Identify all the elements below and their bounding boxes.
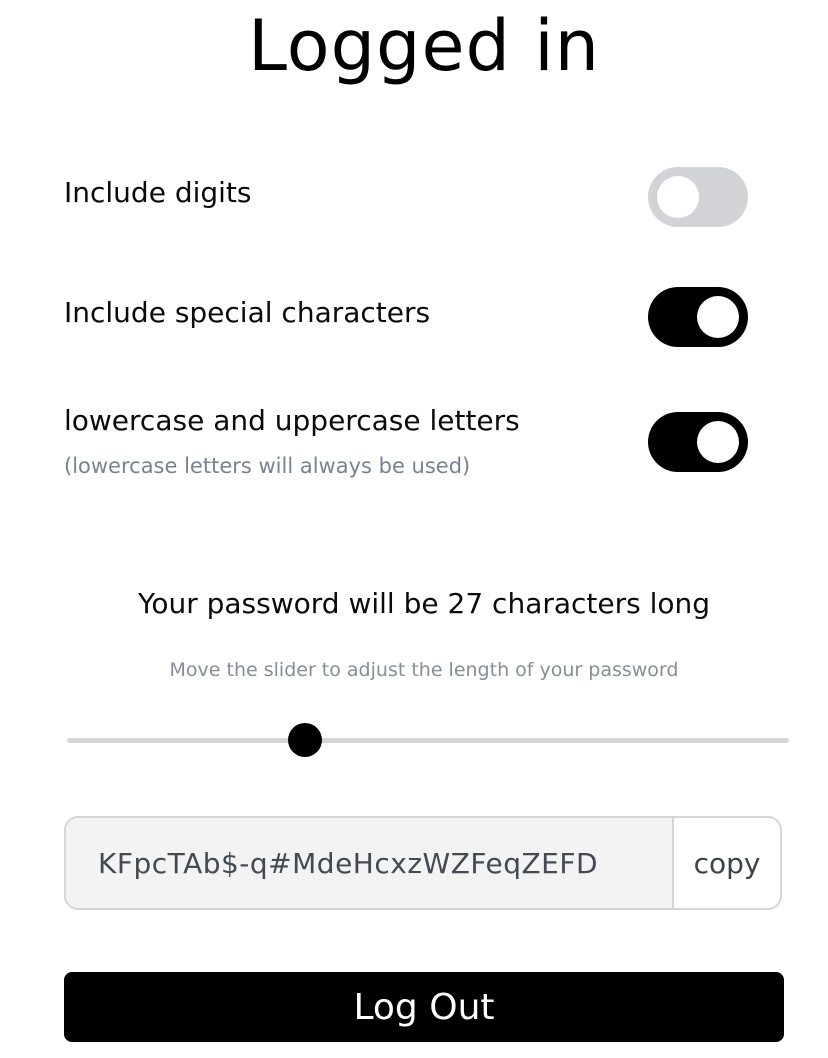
length-prefix: Your password will be <box>137 587 439 620</box>
include-digits-label: Include digits <box>64 176 252 209</box>
include-special-characters-label: Include special characters <box>64 296 431 329</box>
page-title: Logged in <box>247 5 601 87</box>
length-suffix: characters long <box>492 587 711 620</box>
copy-button[interactable]: copy <box>674 818 780 908</box>
length-slider-thumb[interactable] <box>288 723 323 757</box>
password-length-text: Your password will be 27 characters long <box>0 586 828 622</box>
mixed-case-label: lowercase and uppercase letters <box>64 404 520 437</box>
generated-password-field[interactable] <box>66 818 674 908</box>
include-digits-toggle[interactable] <box>648 167 748 227</box>
mixed-case-toggle[interactable] <box>648 412 748 472</box>
login-page: Logged in Include digits Include special… <box>0 0 828 1058</box>
slider-hint: Move the slider to adjust the length of … <box>169 659 679 681</box>
toggle-knob <box>697 421 739 463</box>
toggle-knob <box>697 296 739 338</box>
toggle-knob <box>657 176 699 218</box>
length-slider-track[interactable] <box>67 738 789 743</box>
mixed-case-sublabel: (lowercase letters will always be used) <box>64 454 471 478</box>
include-special-characters-toggle[interactable] <box>648 287 748 347</box>
log-out-button[interactable]: Log Out <box>64 972 784 1042</box>
length-value: 27 <box>447 587 484 620</box>
password-output-group: copy <box>64 816 782 910</box>
